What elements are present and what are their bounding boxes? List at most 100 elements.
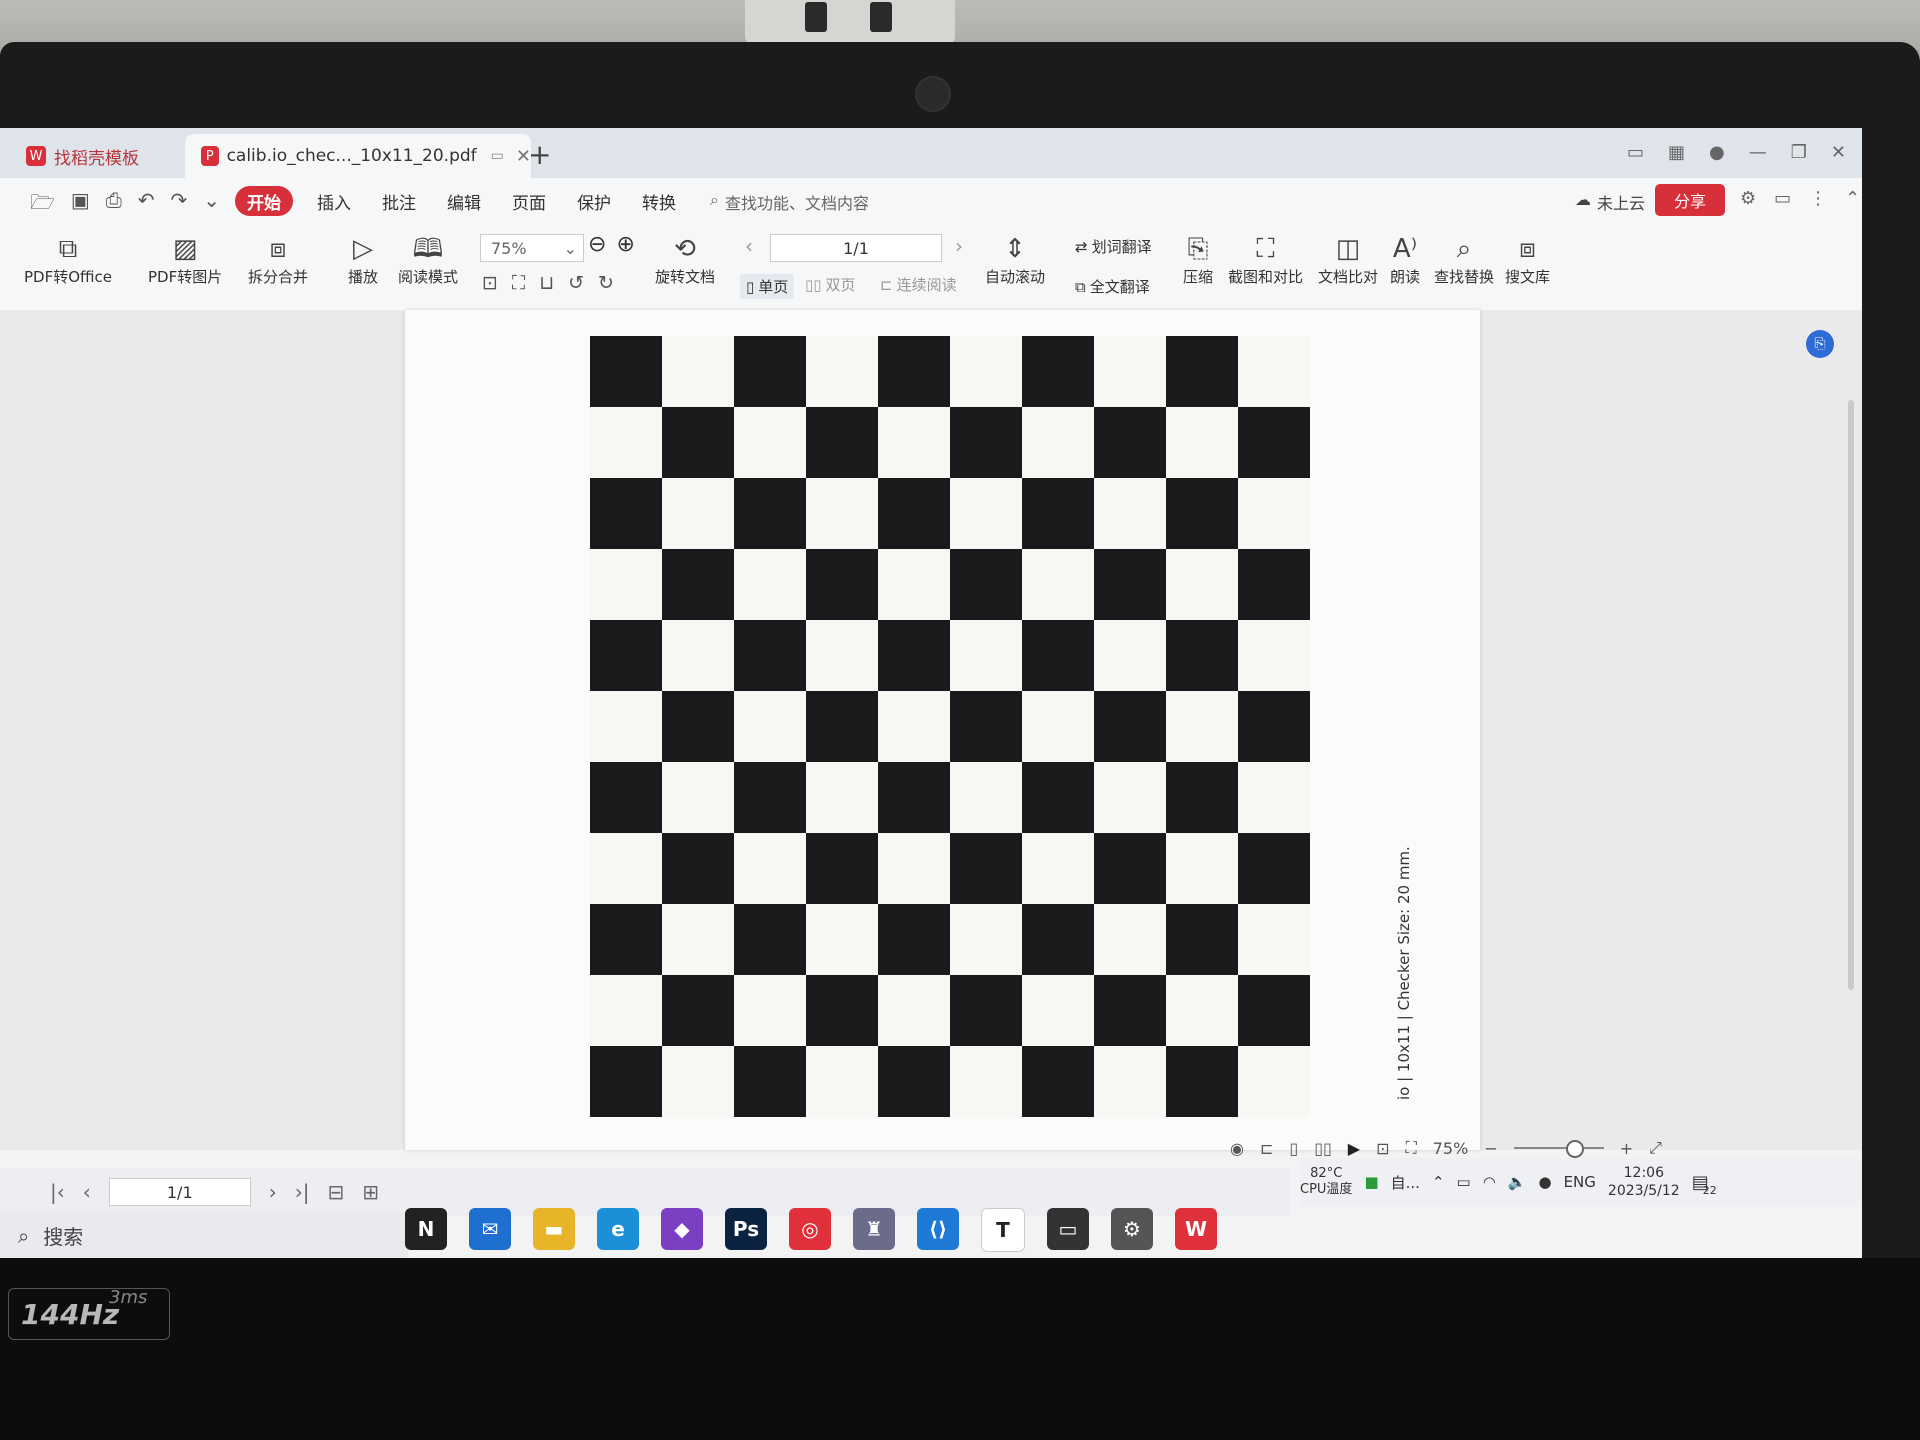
- zoom-slider[interactable]: [1513, 1140, 1604, 1158]
- print-icon[interactable]: ⎙: [106, 188, 122, 222]
- device-icon[interactable]: ▭: [491, 148, 504, 164]
- app-status[interactable]: 自...: [1391, 1172, 1420, 1193]
- single-page-button[interactable]: ▯ 单页: [740, 274, 795, 299]
- tab-pdf-document[interactable]: P calib.io_chec..._10x11_20.pdf ▭ ✕: [185, 134, 531, 178]
- zoom-out-icon[interactable]: −: [1484, 1139, 1497, 1158]
- read-aloud-button[interactable]: A⁾ 朗读: [1390, 232, 1420, 287]
- menu-tab-convert[interactable]: 转换: [630, 186, 688, 216]
- play-icon[interactable]: ▶: [1348, 1139, 1360, 1158]
- share-button[interactable]: 分享: [1655, 184, 1725, 216]
- prev-page-icon[interactable]: ‹: [745, 234, 753, 258]
- doc-compare-button[interactable]: ◫ 文档比对: [1318, 232, 1378, 287]
- menu-tab-insert[interactable]: 插入: [305, 186, 363, 216]
- notification-icon[interactable]: ▤ 22: [1692, 1172, 1717, 1197]
- fit-page-icon[interactable]: ⛶: [1406, 1138, 1417, 1158]
- more-icon[interactable]: ⋮: [1809, 188, 1827, 209]
- menu-tab-page[interactable]: 页面: [500, 186, 558, 216]
- double-page-button[interactable]: ▯▯ 双页: [805, 274, 856, 295]
- page-indicator[interactable]: 1/1: [770, 234, 942, 262]
- fullscreen-icon[interactable]: ⤢: [1649, 1138, 1662, 1158]
- netease-music-icon[interactable]: ◎: [789, 1208, 831, 1250]
- clock[interactable]: 12:06 2023/5/12: [1608, 1164, 1680, 1200]
- pdf-to-image-button[interactable]: ▨ PDF转图片: [148, 232, 222, 287]
- file-explorer-icon[interactable]: ▬: [533, 1208, 575, 1250]
- undo-icon[interactable]: ↶: [138, 188, 155, 222]
- notion-icon[interactable]: N: [405, 1208, 447, 1250]
- language-indicator[interactable]: ENG: [1564, 1173, 1596, 1191]
- search-library-button[interactable]: ⧈ 搜文库: [1505, 232, 1550, 287]
- restore-icon[interactable]: ❐: [1791, 142, 1807, 163]
- rotate-doc-button[interactable]: ⟲ 旋转文档: [655, 232, 715, 287]
- volume-icon[interactable]: 🔈: [1508, 1173, 1527, 1191]
- game-icon[interactable]: ♜: [853, 1208, 895, 1250]
- continuous-read-button[interactable]: ⊏ 连续阅读: [880, 274, 957, 295]
- menu-tab-start[interactable]: 开始: [235, 186, 293, 216]
- rotate-right-icon[interactable]: ↻: [598, 272, 614, 294]
- rotate-left-icon[interactable]: ↺: [568, 272, 584, 294]
- auto-scroll-button[interactable]: ⇕ 自动滚动: [985, 232, 1045, 287]
- redo-icon[interactable]: ↷: [170, 188, 187, 222]
- minimize-icon[interactable]: —: [1749, 142, 1767, 163]
- typora-icon[interactable]: T: [981, 1208, 1025, 1252]
- split-merge-button[interactable]: ⧈ 拆分合并: [248, 232, 308, 287]
- settings-icon[interactable]: ⚙: [1111, 1208, 1153, 1250]
- zoom-in-icon[interactable]: ⊕: [616, 232, 634, 257]
- zoom-select[interactable]: 75% ⌄: [480, 234, 584, 262]
- find-replace-button[interactable]: ⌕ 查找替换: [1434, 232, 1494, 287]
- taskbar-search[interactable]: ⌕ 搜索: [0, 1213, 408, 1258]
- menu-tab-protect[interactable]: 保护: [565, 186, 623, 216]
- assistant-icon[interactable]: ⎘: [1806, 330, 1834, 358]
- close-window-icon[interactable]: ✕: [1831, 142, 1846, 163]
- actual-size-icon[interactable]: ⊡: [482, 272, 498, 294]
- word-translate-button[interactable]: ⇄ 划词翻译: [1075, 236, 1152, 257]
- full-translate-button[interactable]: ⧉ 全文翻译: [1075, 276, 1150, 297]
- vscode-icon[interactable]: ⟨⟩: [917, 1208, 959, 1250]
- avatar[interactable]: ●: [1709, 142, 1725, 163]
- actual-size-icon[interactable]: ⊡: [1376, 1139, 1389, 1158]
- terminal-icon[interactable]: ▭: [1047, 1208, 1089, 1250]
- zoom-in-icon[interactable]: +: [1620, 1139, 1633, 1158]
- read-mode-button[interactable]: 🕮 阅读模式: [398, 232, 458, 287]
- app-tray-icon[interactable]: ■: [1364, 1173, 1378, 1191]
- layout-icon[interactable]: ▭: [1627, 142, 1644, 163]
- cloud-status[interactable]: ☁ 未上云: [1575, 190, 1645, 214]
- fit-icon[interactable]: ⊏: [1260, 1139, 1273, 1158]
- zoom-out-icon[interactable]: ⊖: [588, 232, 606, 257]
- double-page-icon[interactable]: ▯▯: [1314, 1139, 1332, 1158]
- wps-icon[interactable]: W: [1175, 1208, 1217, 1250]
- menu-tab-annotate[interactable]: 批注: [370, 186, 428, 216]
- folder-icon[interactable]: 🗁: [30, 188, 55, 222]
- photoshop-icon[interactable]: Ps: [725, 1208, 767, 1250]
- new-tab-button[interactable]: +: [528, 138, 551, 171]
- chevron-down-icon[interactable]: ⌄: [203, 188, 220, 222]
- battery-icon[interactable]: ▭: [1457, 1173, 1471, 1191]
- feature-search[interactable]: ⌕ 查找功能、文档内容: [710, 190, 869, 214]
- visual-studio-icon[interactable]: ◆: [661, 1208, 703, 1250]
- gear-icon[interactable]: ⚙: [1740, 188, 1756, 209]
- save-icon[interactable]: ▣: [71, 188, 90, 222]
- vertical-scrollbar[interactable]: [1848, 400, 1854, 990]
- checker-square-white: [662, 762, 734, 833]
- screenshot-compare-button[interactable]: ⛶ 截图和对比: [1228, 232, 1303, 287]
- tab-template-store[interactable]: W 找稻壳模板: [10, 134, 196, 178]
- compress-button[interactable]: ⎘ 压缩: [1183, 232, 1213, 287]
- collapse-icon[interactable]: ⌃: [1845, 188, 1860, 209]
- eye-icon[interactable]: ◉: [1230, 1139, 1244, 1158]
- single-page-icon[interactable]: ▯: [1289, 1139, 1298, 1158]
- input-method-icon[interactable]: ●: [1538, 1173, 1551, 1191]
- chevron-up-icon[interactable]: ⌃: [1432, 1173, 1445, 1191]
- fit-page-icon[interactable]: ⛶: [512, 272, 525, 294]
- edge-icon[interactable]: e: [597, 1208, 639, 1250]
- menu-tab-edit[interactable]: 编辑: [435, 186, 493, 216]
- cpu-temperature[interactable]: 82°C CPU温度: [1300, 1166, 1352, 1198]
- zoom-slider-knob[interactable]: [1565, 1140, 1584, 1158]
- status-zoom[interactable]: 75%: [1433, 1139, 1469, 1158]
- wifi-icon[interactable]: ◠: [1483, 1173, 1496, 1191]
- comment-icon[interactable]: ▭: [1774, 188, 1791, 209]
- fit-width-icon[interactable]: ⊔: [539, 272, 554, 294]
- grid-icon[interactable]: ▦: [1668, 142, 1685, 163]
- play-button[interactable]: ▷ 播放: [348, 232, 378, 287]
- next-page-icon[interactable]: ›: [955, 234, 963, 258]
- pdf-to-office-button[interactable]: ⧉ PDF转Office: [24, 232, 112, 287]
- mail-icon[interactable]: ✉: [469, 1208, 511, 1250]
